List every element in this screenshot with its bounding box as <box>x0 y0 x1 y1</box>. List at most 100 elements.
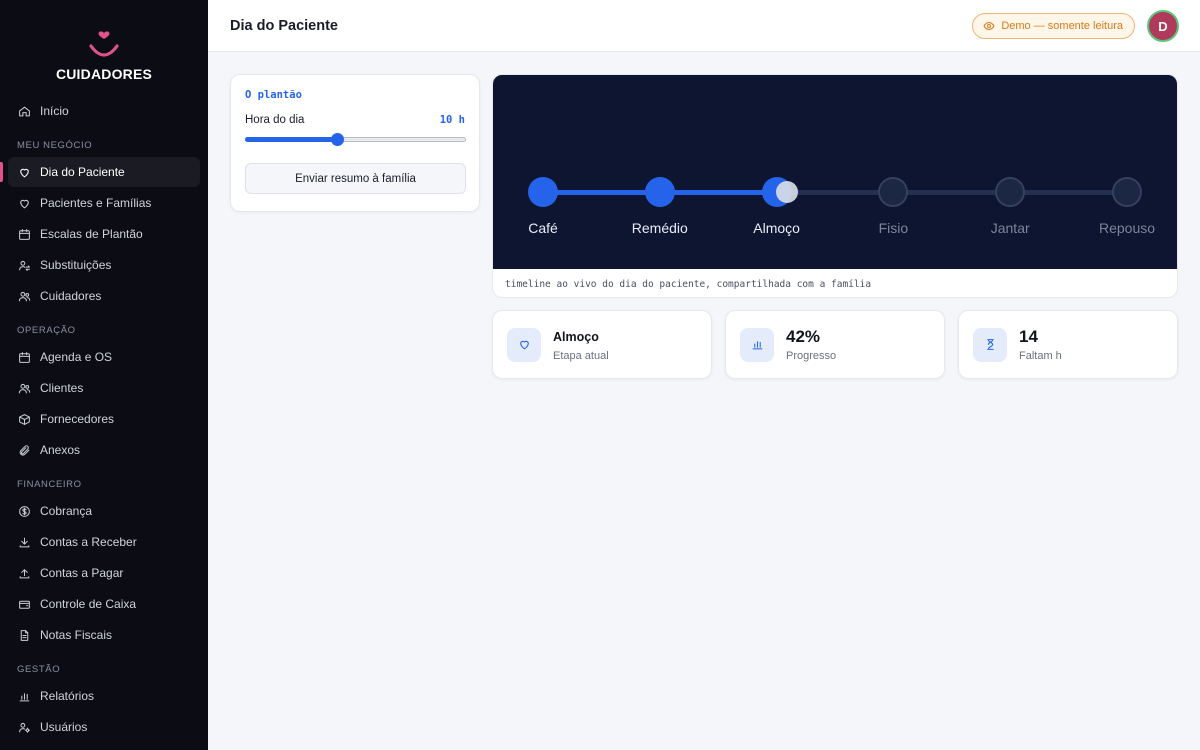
timeline-connector <box>543 190 660 195</box>
document-icon <box>17 628 31 642</box>
sidebar-item-controle-de-caixa[interactable]: Controle de Caixa <box>8 589 200 619</box>
sidebar-item-fornecedores[interactable]: Fornecedores <box>8 404 200 434</box>
timeline-step-label: Café <box>528 220 558 236</box>
sidebar-item-label: Usuários <box>40 720 88 734</box>
eye-icon <box>983 20 995 32</box>
timeline-step-label: Remédio <box>631 220 688 236</box>
brand: CUIDADORES <box>0 0 208 96</box>
timeline-step-label: Repouso <box>1098 220 1156 236</box>
sidebar-item-anexos[interactable]: Anexos <box>8 435 200 465</box>
timeline-step-node <box>644 177 675 207</box>
dollar-circle-icon <box>17 504 31 518</box>
stat-card-progresso: 42% Progresso <box>725 310 945 379</box>
timeline-connector <box>893 190 1011 195</box>
sidebar-item-label: Substituições <box>40 258 112 272</box>
avatar[interactable]: D <box>1147 10 1179 42</box>
sidebar-nav: Início MEU NEGÓCIO Dia do Paciente Paciente… <box>0 96 208 742</box>
box-icon <box>17 412 31 426</box>
timeline-caption: timeline ao vivo do dia do paciente, com… <box>505 278 872 290</box>
sidebar-item-label: Anexos <box>40 443 81 457</box>
user-gear-icon <box>17 720 31 734</box>
sidebar-item-cobranca[interactable]: Cobrança <box>8 496 200 526</box>
heart-icon <box>17 196 31 210</box>
download-icon <box>17 535 31 549</box>
sidebar-item-contas-a-receber[interactable]: Contas a Receber <box>8 527 200 557</box>
plantao-title: O plantão <box>245 89 302 101</box>
stat-label: Etapa atual <box>553 350 609 362</box>
timeline-step-node <box>528 177 558 207</box>
nav-section-heading: OPERAÇÃO <box>17 325 76 336</box>
users-icon <box>17 381 31 395</box>
stat-value: Almoço <box>553 330 599 344</box>
stat-label: Progresso <box>786 350 837 362</box>
timeline-step-node <box>878 177 909 207</box>
sidebar-item-label: Escalas de Plantão <box>40 227 143 241</box>
stat-label: Faltam h <box>1019 350 1062 362</box>
timeline-step-label: Fisio <box>878 220 909 236</box>
heart-icon <box>17 165 31 179</box>
user-swap-icon <box>17 258 31 272</box>
sidebar-item-inicio[interactable]: Início <box>8 96 200 126</box>
sidebar-item-label: Clientes <box>40 381 84 395</box>
nav-section-heading: GESTÃO <box>17 664 61 675</box>
wallet-icon <box>17 597 31 611</box>
bar-chart-icon <box>17 689 31 703</box>
stat-card-faltam-h: 14 Faltam h <box>958 310 1178 379</box>
timeline: Café Remédio Almoço Fisio Jantar Repouso <box>493 75 1177 269</box>
demo-badge-label: Demo — somente leitura <box>1001 20 1123 32</box>
timeline-step-label: Jantar <box>990 220 1030 236</box>
timeline-step-node <box>1112 177 1142 207</box>
sidebar-item-label: Dia do Paciente <box>40 165 125 179</box>
sidebar-item-label: Agenda e OS <box>40 350 113 364</box>
nav-section-heading: FINANCEIRO <box>17 479 82 490</box>
sidebar-item-label: Fornecedores <box>40 412 115 426</box>
hour-slider[interactable] <box>245 133 466 146</box>
sidebar-item-notas-fiscais[interactable]: Notas Fiscais <box>8 620 200 650</box>
smile-heart-icon <box>89 31 119 57</box>
stat-value: 14 <box>1019 327 1038 346</box>
paperclip-icon <box>17 443 31 457</box>
sidebar-item-label: Notas Fiscais <box>40 628 113 642</box>
calendar-icon <box>17 227 31 241</box>
slider-fill <box>245 137 337 142</box>
calendar-icon <box>17 350 31 364</box>
sidebar-item-label: Contas a Pagar <box>40 566 124 580</box>
plantao-card: O plantão Hora do dia 10 h Enviar resumo… <box>230 74 480 212</box>
bar-chart-icon <box>740 327 774 362</box>
users-icon <box>17 289 31 303</box>
brand-name: CUIDADORES <box>55 66 153 82</box>
upload-icon <box>17 566 31 580</box>
sidebar-item-relatorios[interactable]: Relatórios <box>8 681 200 711</box>
sidebar-item-agenda-e-os[interactable]: Agenda e OS <box>8 342 200 372</box>
home-icon <box>17 104 31 118</box>
sidebar-item-label: Cobrança <box>40 504 93 518</box>
sidebar-item-label: Cuidadores <box>40 289 102 303</box>
sidebar-item-label: Relatórios <box>40 689 95 703</box>
timeline-connector <box>1010 190 1127 195</box>
slider-value: 10 h <box>439 114 465 126</box>
sidebar-item-substituicoes[interactable]: Substituições <box>8 250 200 280</box>
send-summary-button[interactable]: Enviar resumo à família <box>245 163 466 194</box>
timeline-progress-marker <box>775 181 798 203</box>
sidebar-item-pacientes-e-familias[interactable]: Pacientes e Famílias <box>8 188 200 218</box>
timeline-card: Café Remédio Almoço Fisio Jantar Repouso time… <box>492 74 1178 298</box>
sidebar-item-cuidadores[interactable]: Cuidadores <box>8 281 200 311</box>
sidebar: CUIDADORES Início MEU NEGÓCIO Dia do Pacie… <box>0 0 208 750</box>
stat-value: 42% <box>786 327 821 346</box>
sidebar-item-dia-do-paciente[interactable]: Dia do Paciente <box>0 157 200 187</box>
slider-thumb[interactable] <box>331 133 344 146</box>
sidebar-item-clientes[interactable]: Clientes <box>8 373 200 403</box>
timeline-step-label: Almoço <box>753 220 800 236</box>
sidebar-item-escalas-de-plantao[interactable]: Escalas de Plantão <box>8 219 200 249</box>
stat-card-etapa-atual: Almoço Etapa atual <box>492 310 712 379</box>
sidebar-item-label: Contas a Receber <box>40 535 137 549</box>
sidebar-item-contas-a-pagar[interactable]: Contas a Pagar <box>8 558 200 588</box>
slider-label: Hora do dia <box>245 114 305 126</box>
sidebar-item-usuarios[interactable]: Usuários <box>8 712 200 742</box>
sidebar-item-label: Pacientes e Famílias <box>40 196 152 210</box>
demo-badge: Demo — somente leitura <box>972 13 1135 39</box>
timeline-step-node <box>995 177 1026 207</box>
page-title: Dia do Paciente <box>230 17 338 34</box>
nav-section-heading: MEU NEGÓCIO <box>17 140 93 151</box>
sidebar-item-label: Início <box>40 104 69 118</box>
